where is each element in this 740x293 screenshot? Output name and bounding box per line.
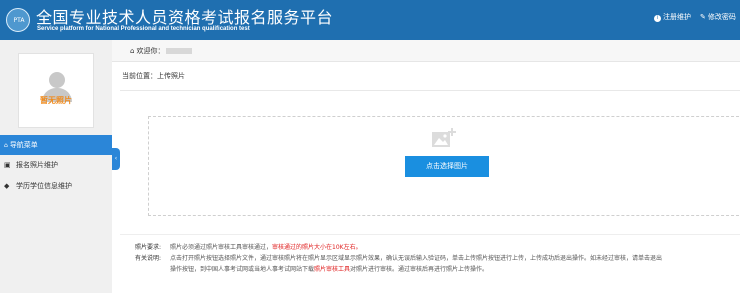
register-maintain-link[interactable]: i 注册维护 xyxy=(654,12,691,22)
nav-menu-title: 导航菜单 xyxy=(9,141,38,149)
sidebar-item-label: 学历学位信息维护 xyxy=(16,182,72,190)
requirement-text-1: 照片必须通过照片审核工具审核通过， xyxy=(170,244,273,251)
add-image-icon xyxy=(432,128,456,147)
change-password-label: 修改密码 xyxy=(707,13,736,21)
choose-image-button[interactable]: 点击选择图片 xyxy=(405,156,489,177)
welcome-text: ⌂ 欢迎你： xyxy=(130,46,193,56)
register-maintain-label: 注册维护 xyxy=(663,13,691,21)
photo-preview: 暂无照片 xyxy=(18,53,94,128)
no-photo-label: 暂无照片 xyxy=(40,96,72,105)
home-icon: ⌂ xyxy=(4,142,8,149)
welcome-bar: ⌂ 欢迎你： xyxy=(112,40,740,62)
top-header: PTA 全国专业技术人员资格考试报名服务平台 Service platform … xyxy=(0,0,740,40)
site-subtitle: Service platform for National Profession… xyxy=(37,26,250,32)
avatar-head-icon xyxy=(49,72,65,88)
sidebar-item-photo[interactable]: ▣ 报名照片维护 xyxy=(0,155,112,175)
image-icon: ▣ xyxy=(4,161,11,169)
logo-text: PTA xyxy=(13,17,25,24)
photo-requirement-text: 照片必须通过照片审核工具审核通过，审核通过的照片大小在10K左右。 xyxy=(170,242,362,251)
edit-icon: ✎ xyxy=(700,13,706,21)
instruction-line-2c: 对照片进行审核。通过审核后再进行照片上传操作。 xyxy=(350,266,489,273)
photo-requirement-label: 照片要求: xyxy=(135,244,162,251)
change-password-link[interactable]: ✎ 修改密码 xyxy=(700,12,736,22)
instruction-line-2: 操作按钮，到中国人事考试网或当地人事考试网站下载照片审核工具对照片进行审核。通过… xyxy=(170,264,488,273)
photo-audit-tool-link[interactable]: 照片审核工具 xyxy=(314,266,350,273)
sidebar-collapse-toggle[interactable]: ‹ xyxy=(112,148,120,170)
user-name-redacted xyxy=(166,48,193,54)
sidebar-item-education[interactable]: ◆ 学历学位信息维护 xyxy=(0,176,112,196)
instruction-line-2a: 操作按钮，到中国人事考试网或当地人事考试网站下载 xyxy=(170,266,315,273)
nav-menu-header[interactable]: ⌂ 导航菜单 xyxy=(0,135,112,155)
sidebar: 暂无照片 ⌂ 导航菜单 ▣ 报名照片维护 ◆ 学历学位信息维护 xyxy=(0,40,112,293)
instruction-line-1: 点击打开照片按钮选择照片文件，通过审核照片将在照片显示区域显示照片效果，确认无误… xyxy=(170,255,663,262)
breadcrumb: 当前位置：上传照片 xyxy=(122,72,185,80)
instruction-label: 有关说明: xyxy=(135,255,162,262)
divider xyxy=(120,90,740,91)
photo-upload-area[interactable]: 点击选择图片 xyxy=(148,116,740,216)
info-icon: i xyxy=(654,15,661,22)
bank-icon: ⌂ xyxy=(130,47,135,55)
graduation-cap-icon: ◆ xyxy=(4,182,10,190)
sidebar-item-label: 报名照片维护 xyxy=(16,161,58,169)
pta-logo-icon: PTA xyxy=(6,8,30,32)
welcome-label: 欢迎你： xyxy=(136,47,165,55)
page: PTA 全国专业技术人员资格考试报名服务平台 Service platform … xyxy=(0,0,740,293)
site-title: 全国专业技术人员资格考试报名服务平台 xyxy=(36,8,334,27)
notes-divider xyxy=(120,234,740,235)
requirement-text-2: 审核通过的照片大小在10K左右。 xyxy=(272,244,362,251)
